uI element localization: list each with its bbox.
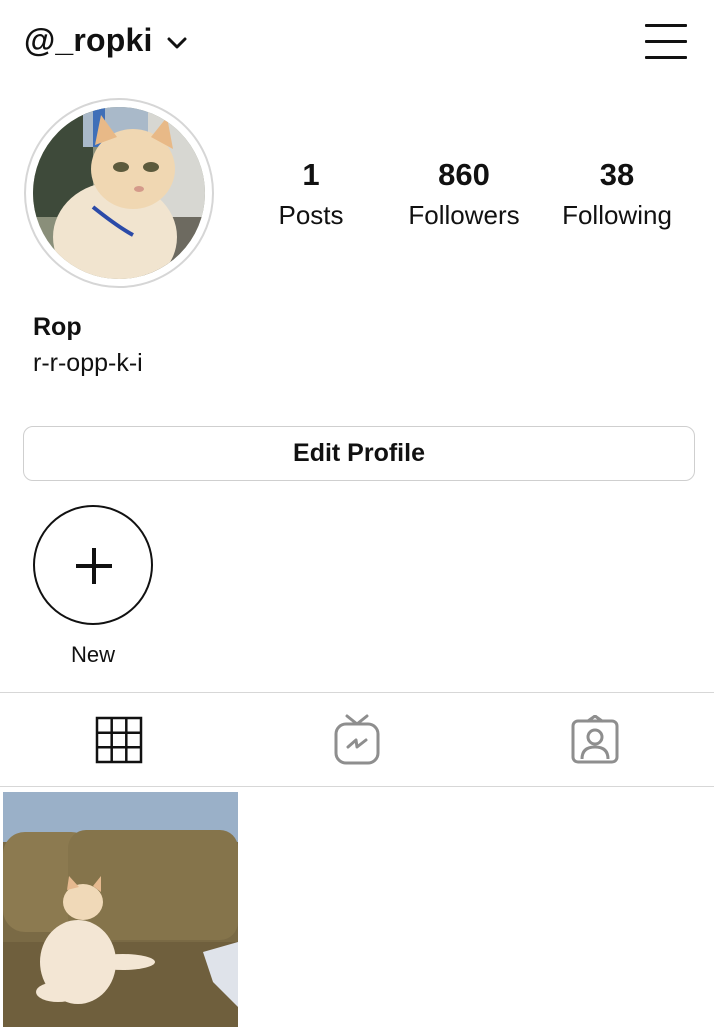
- tab-grid[interactable]: [0, 693, 238, 786]
- edit-profile-button[interactable]: Edit Profile: [23, 426, 695, 481]
- igtv-icon: [334, 714, 380, 764]
- tagged-person-icon: [571, 714, 619, 763]
- new-highlight-label: New: [70, 642, 115, 667]
- profile-tab-bar: [0, 692, 714, 787]
- grid-icon: [95, 716, 143, 763]
- stat-posts[interactable]: 1 Posts: [231, 156, 391, 232]
- tab-tagged[interactable]: [476, 693, 714, 786]
- account-switcher[interactable]: @_ropki: [24, 22, 187, 59]
- stat-following-value: 38: [599, 157, 635, 192]
- profile-header: @_ropki: [0, 0, 714, 86]
- new-highlight-button[interactable]: [33, 505, 153, 625]
- profile-name: Rop: [33, 313, 82, 341]
- stat-followers[interactable]: 860 Followers: [384, 156, 544, 232]
- tab-igtv[interactable]: [238, 693, 476, 786]
- profile-bio: r-r-opp-k-i: [33, 349, 143, 377]
- chevron-down-icon: [167, 37, 187, 48]
- stat-posts-value: 1: [302, 157, 320, 192]
- stat-following-label: Following: [562, 200, 672, 230]
- avatar[interactable]: [33, 107, 205, 279]
- stat-following[interactable]: 38 Following: [537, 156, 697, 232]
- cat-profile-photo: [33, 107, 205, 279]
- username: @_ropki: [24, 22, 153, 58]
- hamburger-menu-icon[interactable]: [645, 24, 689, 60]
- stat-posts-label: Posts: [278, 200, 344, 230]
- stat-followers-label: Followers: [408, 200, 520, 230]
- stat-followers-value: 860: [438, 157, 490, 192]
- post-thumbnail[interactable]: [3, 792, 238, 1027]
- cat-on-couch-photo: [3, 792, 238, 1027]
